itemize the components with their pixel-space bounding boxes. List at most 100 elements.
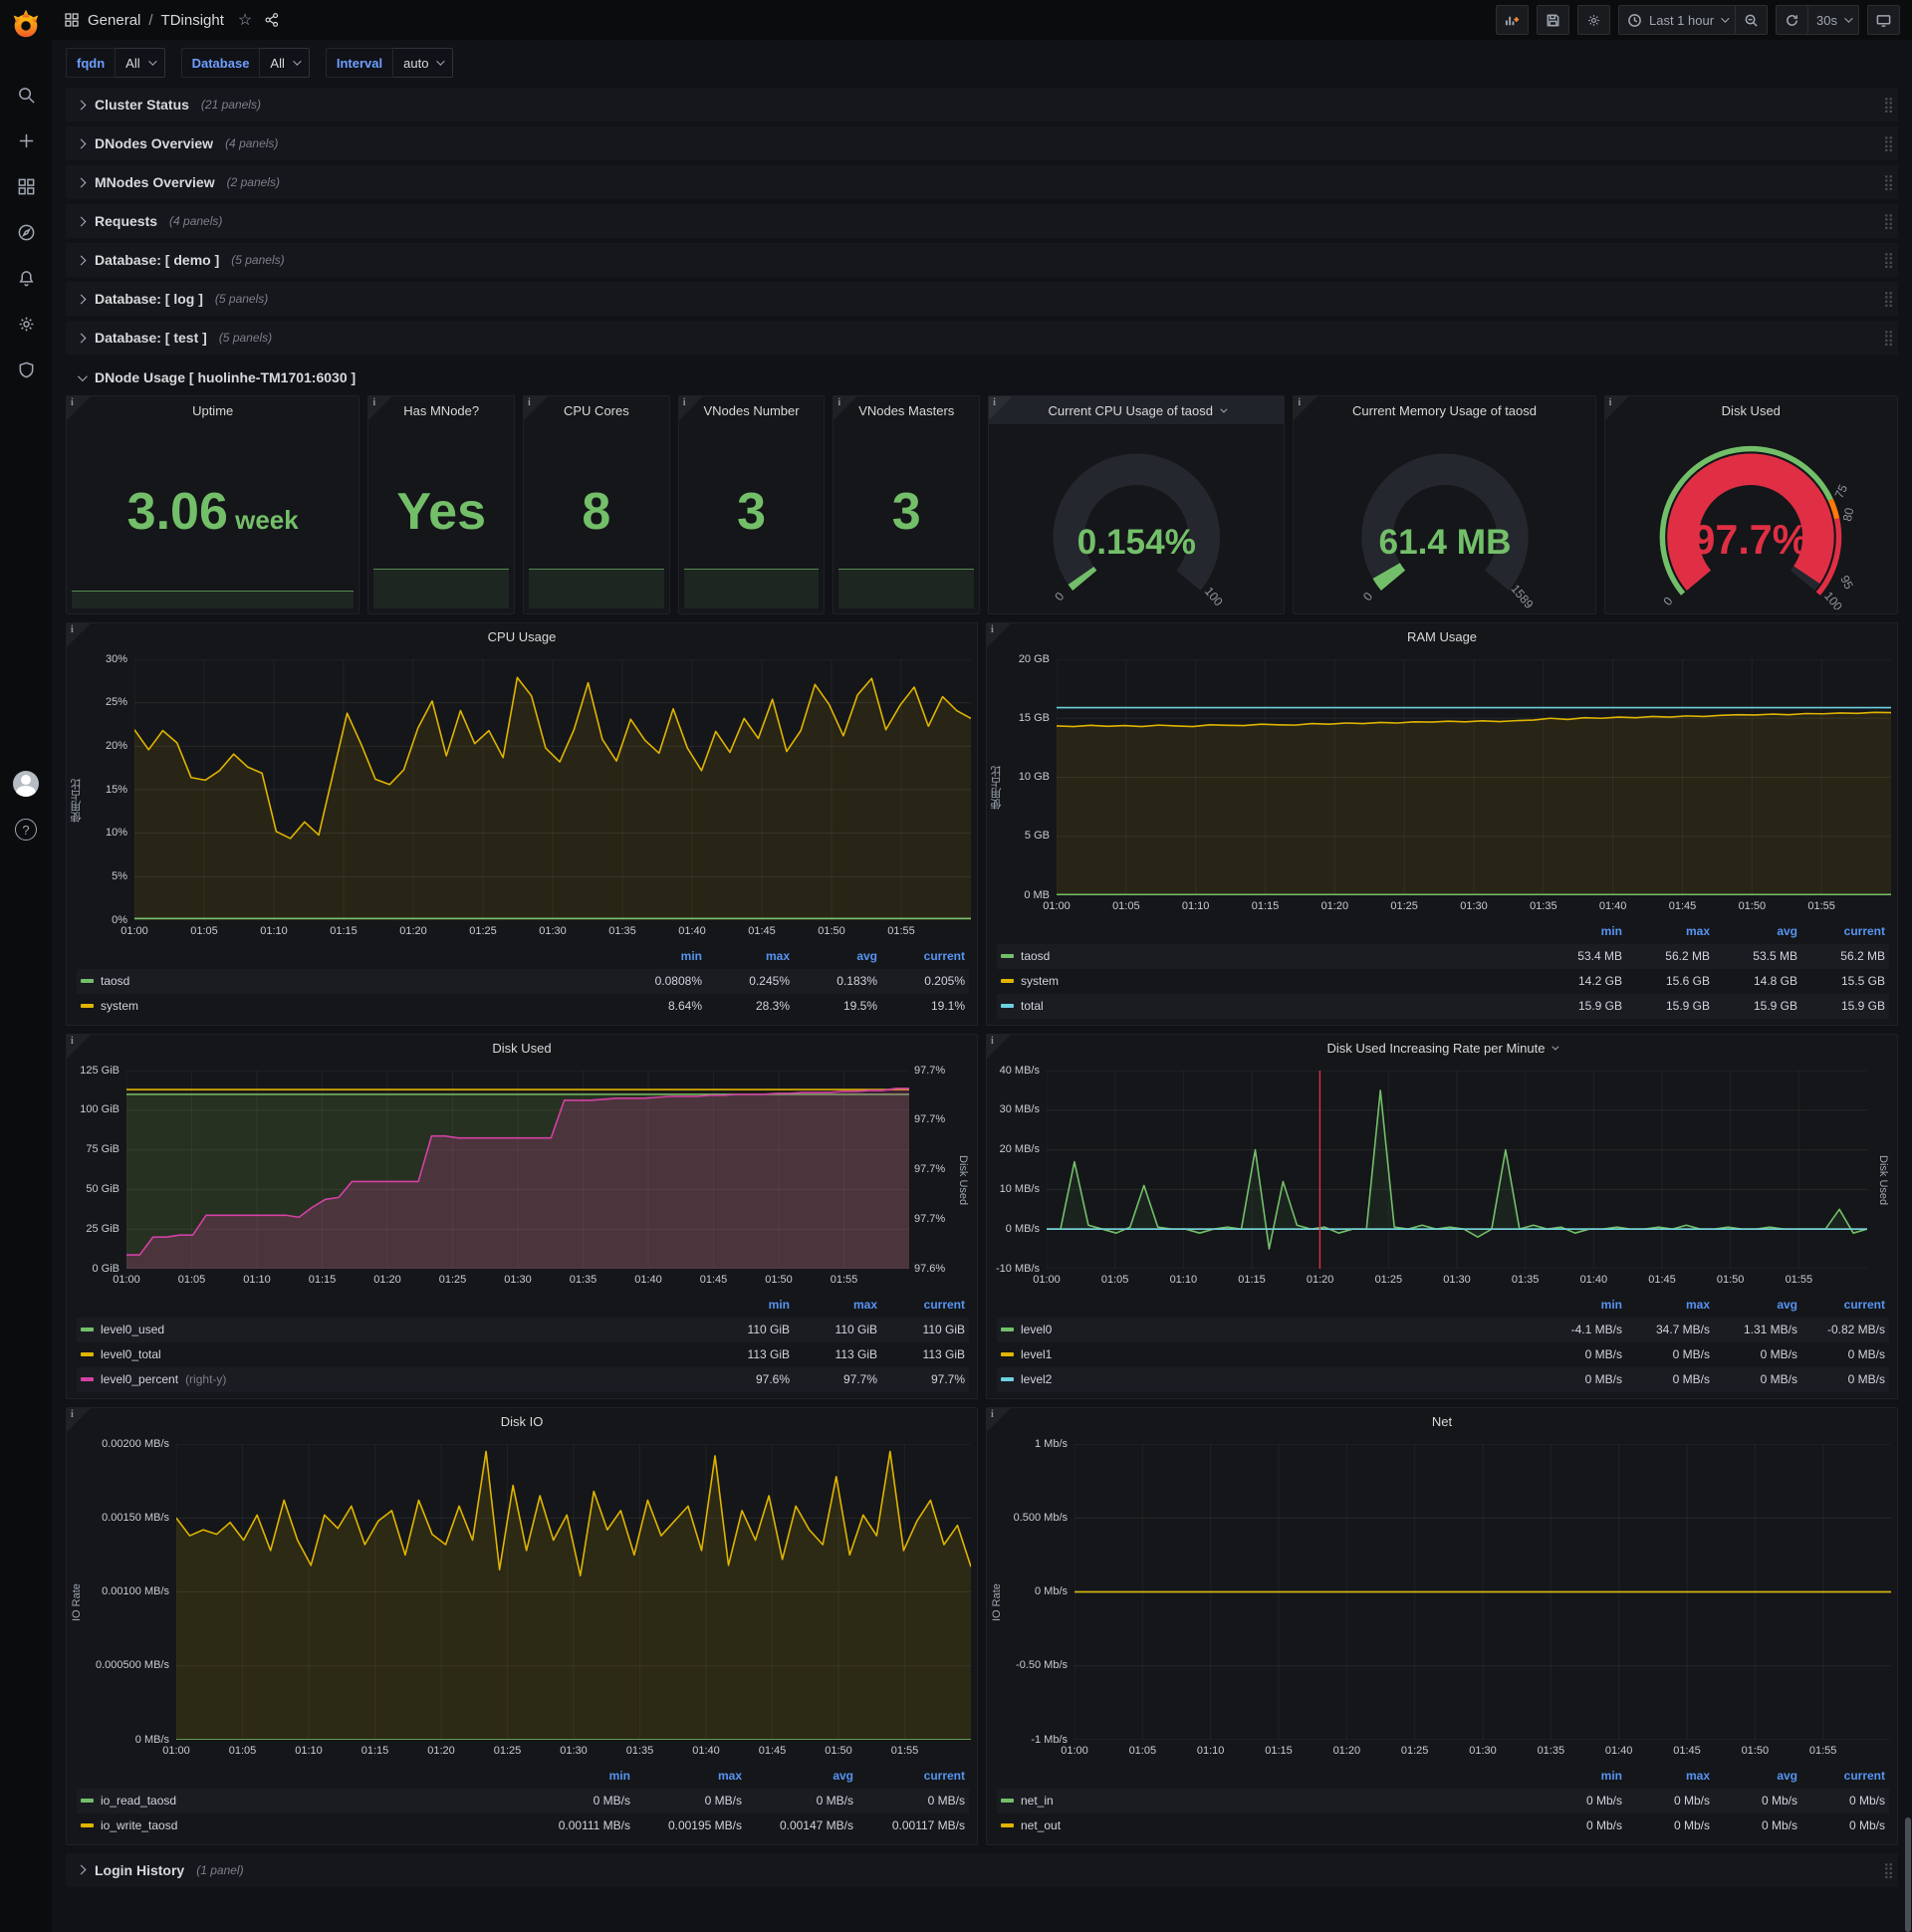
info-icon[interactable]: i <box>993 397 996 408</box>
info-icon[interactable]: i <box>528 397 531 408</box>
info-icon[interactable]: i <box>71 397 74 408</box>
info-icon[interactable]: i <box>991 1036 994 1047</box>
variable-value-dropdown[interactable]: All <box>116 48 165 78</box>
cycle-view-mode-button[interactable] <box>1867 5 1900 35</box>
info-icon[interactable]: i <box>1609 397 1612 408</box>
legend-series-name[interactable]: net_in <box>1001 1794 1535 1808</box>
panel-header[interactable]: Net <box>987 1408 1897 1436</box>
user-avatar[interactable] <box>0 761 52 807</box>
row-drag-handle[interactable]: ⣿ <box>1883 173 1894 191</box>
legend-header-max[interactable]: max <box>790 1298 877 1312</box>
legend-header-avg[interactable]: avg <box>1710 1298 1797 1312</box>
help-icon[interactable]: ? <box>0 807 52 852</box>
legend-header-min[interactable]: min <box>1535 1298 1622 1312</box>
info-icon[interactable]: i <box>71 1036 74 1047</box>
legend-header-avg[interactable]: avg <box>790 949 877 963</box>
plot-area[interactable] <box>1047 1071 1867 1269</box>
legend-series-name[interactable]: total <box>1001 999 1535 1013</box>
refresh-interval-picker[interactable]: 30s <box>1807 5 1859 35</box>
legend-header-current[interactable]: current <box>853 1769 965 1783</box>
row-drag-handle[interactable]: ⣿ <box>1883 290 1894 308</box>
grafana-logo[interactable] <box>9 8 43 42</box>
panel-header[interactable]: Disk Used <box>1605 396 1897 424</box>
plot-area[interactable] <box>176 1444 971 1740</box>
legend-header-current[interactable]: current <box>1797 924 1885 938</box>
legend-header-current[interactable]: current <box>1797 1298 1885 1312</box>
plot-area[interactable] <box>134 659 971 920</box>
legend-series-name[interactable]: level0_used <box>81 1323 702 1336</box>
share-icon[interactable] <box>264 12 280 28</box>
legend-series-name[interactable]: io_write_taosd <box>81 1818 519 1832</box>
plot-area[interactable] <box>1057 659 1891 895</box>
legend-header-min[interactable]: min <box>702 1298 790 1312</box>
legend-series-name[interactable]: io_read_taosd <box>81 1794 519 1808</box>
panel-header[interactable]: Current Memory Usage of taosd <box>1294 396 1594 424</box>
panel-header[interactable]: Disk Used Increasing Rate per Minute <box>987 1035 1897 1063</box>
legend-header-avg[interactable]: avg <box>742 1769 853 1783</box>
info-icon[interactable]: i <box>71 1409 74 1420</box>
dashboards-icon[interactable] <box>0 163 52 209</box>
info-icon[interactable]: i <box>71 624 74 635</box>
dashboard-row[interactable]: Requests (4 panels) ⣿ <box>66 204 1898 238</box>
legend-header-min[interactable]: min <box>1535 1769 1622 1783</box>
breadcrumb-section[interactable]: General <box>88 12 140 29</box>
panel-header[interactable]: CPU Usage <box>67 623 977 651</box>
add-panel-button[interactable] <box>1495 5 1529 35</box>
dashboard-row[interactable]: Cluster Status (21 panels) ⣿ <box>66 88 1898 121</box>
plot-area[interactable] <box>126 1071 909 1269</box>
plot-area[interactable] <box>1075 1444 1891 1740</box>
breadcrumb-page[interactable]: TDinsight <box>161 12 224 29</box>
panel-header[interactable]: Current CPU Usage of taosd <box>989 396 1285 424</box>
dashboard-row[interactable]: Database: [ log ] (5 panels) ⣿ <box>66 282 1898 316</box>
alerting-icon[interactable] <box>0 255 52 301</box>
info-icon[interactable]: i <box>683 397 686 408</box>
dashboard-row[interactable]: DNodes Overview (4 panels) ⣿ <box>66 126 1898 160</box>
legend-series-name[interactable]: net_out <box>1001 1818 1535 1832</box>
legend-header-current[interactable]: current <box>1797 1769 1885 1783</box>
dashboard-row[interactable]: MNodes Overview (2 panels) ⣿ <box>66 165 1898 199</box>
panel-header[interactable]: Disk Used <box>67 1035 977 1063</box>
row-drag-handle[interactable]: ⣿ <box>1883 329 1894 347</box>
panel-header[interactable]: RAM Usage <box>987 623 1897 651</box>
variable-label[interactable]: fqdn <box>66 48 117 78</box>
row-drag-handle[interactable]: ⣿ <box>1883 251 1894 269</box>
search-icon[interactable] <box>0 72 52 118</box>
dashboard-settings-button[interactable] <box>1576 5 1610 35</box>
dashboard-row[interactable]: Database: [ demo ] (5 panels) ⣿ <box>66 243 1898 277</box>
legend-header-current[interactable]: current <box>877 949 965 963</box>
legend-header-max[interactable]: max <box>702 949 790 963</box>
dashboard-row[interactable]: Database: [ test ] (5 panels) ⣿ <box>66 321 1898 355</box>
time-range-picker[interactable]: Last 1 hour <box>1617 5 1736 35</box>
server-admin-icon[interactable] <box>0 347 52 392</box>
legend-header-min[interactable]: min <box>614 949 702 963</box>
info-icon[interactable]: i <box>1298 397 1301 408</box>
variable-label[interactable]: Interval <box>325 48 394 78</box>
panel-header[interactable]: Disk IO <box>67 1408 977 1436</box>
refresh-button[interactable] <box>1776 5 1808 35</box>
legend-series-name[interactable]: level0_total <box>81 1347 702 1361</box>
legend-series-name[interactable]: taosd <box>81 974 614 988</box>
legend-header-min[interactable]: min <box>1535 924 1622 938</box>
row-drag-handle[interactable]: ⣿ <box>1883 212 1894 230</box>
legend-series-name[interactable]: system <box>81 999 614 1013</box>
info-icon[interactable]: i <box>837 397 840 408</box>
legend-header-max[interactable]: max <box>1622 1298 1710 1312</box>
page-scrollbar[interactable] <box>1905 1817 1911 1932</box>
legend-header-max[interactable]: max <box>1622 1769 1710 1783</box>
legend-series-name[interactable]: taosd <box>1001 949 1535 963</box>
legend-header-max[interactable]: max <box>1622 924 1710 938</box>
legend-series-name[interactable]: system <box>1001 974 1535 988</box>
info-icon[interactable]: i <box>372 397 375 408</box>
zoom-out-time-button[interactable] <box>1735 5 1769 35</box>
info-icon[interactable]: i <box>991 624 994 635</box>
favorite-star-icon[interactable]: ☆ <box>238 10 252 30</box>
row-drag-handle[interactable]: ⣿ <box>1883 96 1894 114</box>
info-icon[interactable]: i <box>991 1409 994 1420</box>
create-icon[interactable] <box>0 118 52 163</box>
legend-header-min[interactable]: min <box>519 1769 630 1783</box>
row-drag-handle[interactable]: ⣿ <box>1883 1861 1894 1879</box>
legend-series-name[interactable]: level0_percent (right-y) <box>81 1372 702 1386</box>
legend-header-avg[interactable]: avg <box>1710 924 1797 938</box>
legend-header-avg[interactable]: avg <box>1710 1769 1797 1783</box>
dashboard-row[interactable]: Login History (1 panel) ⣿ <box>66 1852 1898 1887</box>
